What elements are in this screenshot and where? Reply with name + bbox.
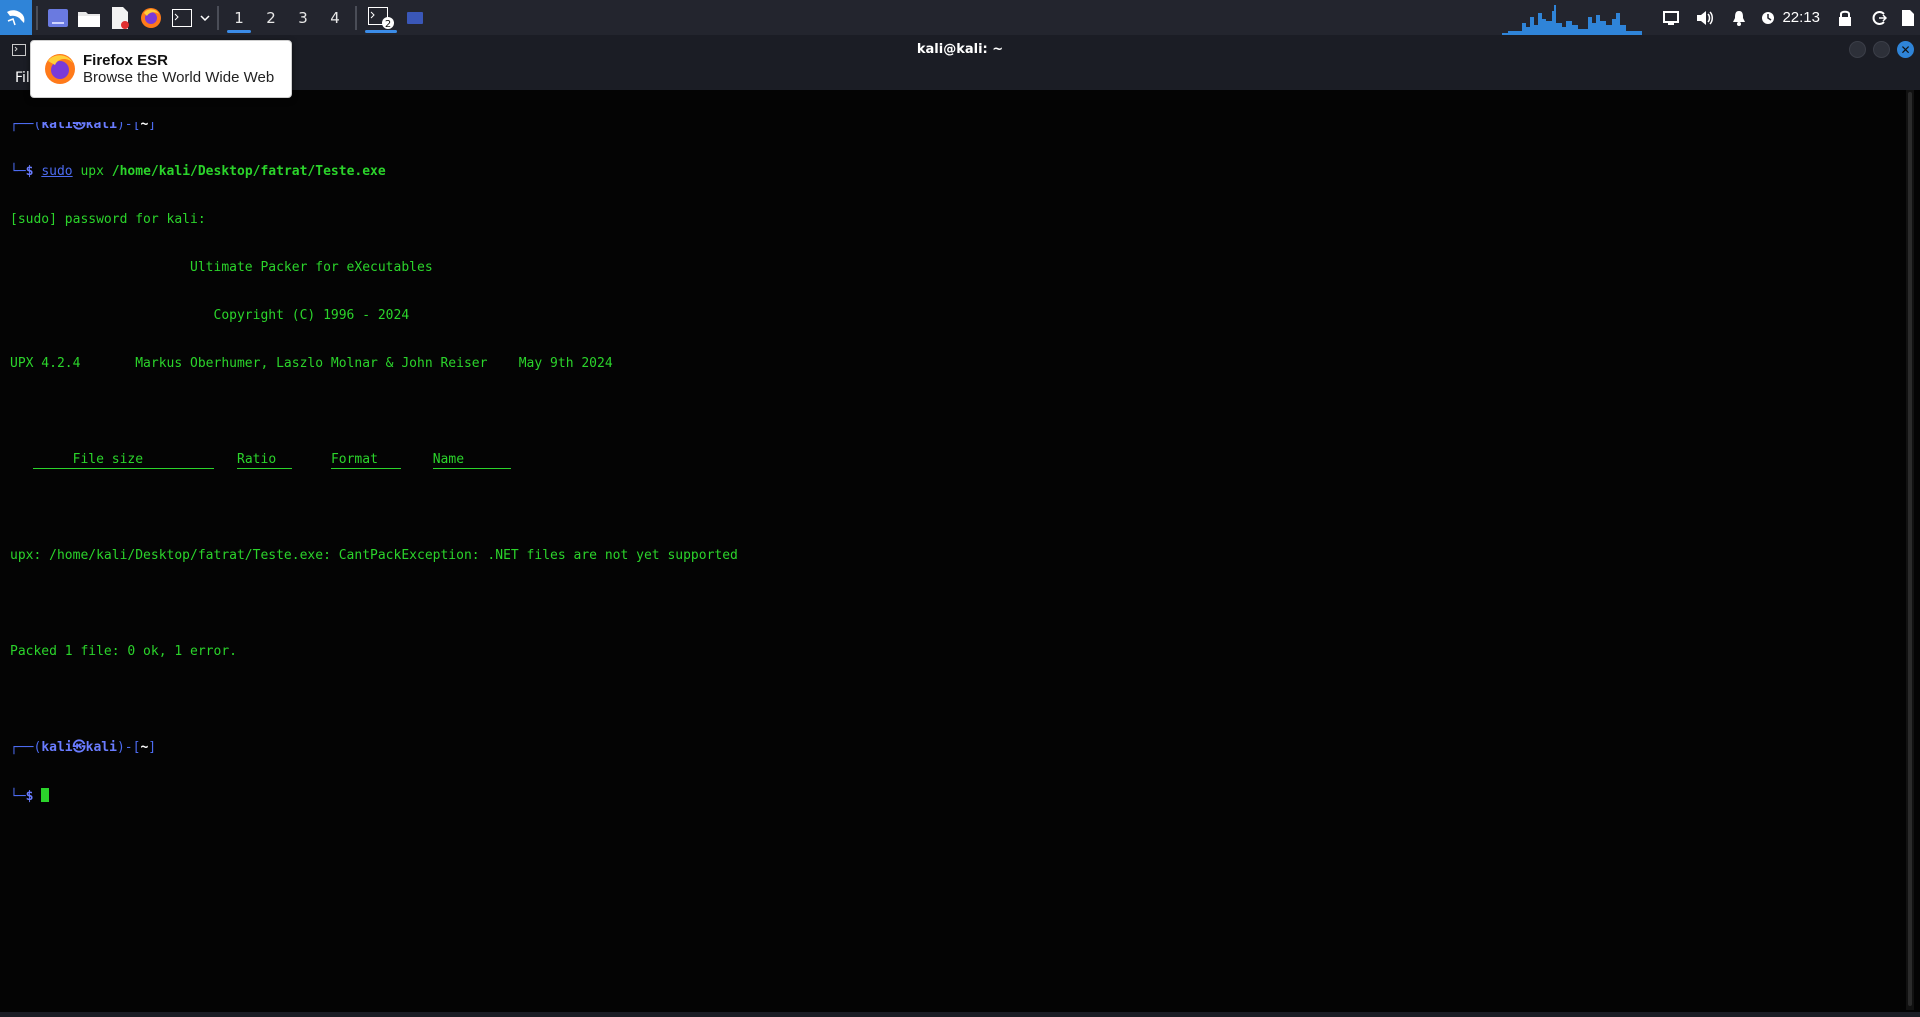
firefox-icon[interactable] xyxy=(135,0,166,35)
workspace-1[interactable]: 1 xyxy=(223,0,255,35)
prompt-line: ┌──(kali㉿kali)-[~] xyxy=(10,740,157,755)
output-copyright: Copyright (C) 1996 - 2024 xyxy=(10,308,410,323)
output-upx-title: Ultimate Packer for eXecutables xyxy=(10,260,433,275)
cmd-arg: /home/kali/Desktop/fatrat/Teste.exe xyxy=(111,164,386,179)
terminal-scrollbar[interactable] xyxy=(1906,90,1914,1010)
display-icon[interactable] xyxy=(1654,0,1688,35)
output-table-header: File size Ratio Format Name xyxy=(10,452,1900,469)
terminal-launcher-icon[interactable] xyxy=(166,0,197,35)
output-blank xyxy=(10,404,1900,420)
workspace-4[interactable]: 4 xyxy=(319,0,351,35)
document-icon[interactable] xyxy=(1896,0,1920,35)
tooltip-subtitle: Browse the World Wide Web xyxy=(83,69,275,86)
window-bottom-border xyxy=(0,1012,1920,1017)
volume-icon[interactable] xyxy=(1688,0,1722,35)
output-blank xyxy=(10,692,1900,708)
terminal-task-icon: 2 xyxy=(368,6,394,29)
kali-menu-icon[interactable] xyxy=(0,0,32,35)
output-error: upx: /home/kali/Desktop/fatrat/Teste.exe… xyxy=(10,548,738,563)
file-manager-icon[interactable] xyxy=(73,0,104,35)
task-other-window[interactable] xyxy=(401,0,429,35)
workspace-3[interactable]: 3 xyxy=(287,0,319,35)
clock-icon xyxy=(1756,0,1780,35)
output-version: UPX 4.2.4 Markus Oberhumer, Laszlo Molna… xyxy=(10,356,613,371)
terminal-window: kali@kali: ~ ✕ File ┌──(kali㉿kali)-[~] └… xyxy=(0,35,1920,1017)
minimize-button[interactable] xyxy=(1849,41,1866,58)
text-cursor xyxy=(41,788,50,802)
panel-clock[interactable]: 22:13 xyxy=(1780,9,1828,26)
col-file-size: File size xyxy=(72,452,144,467)
output-blank xyxy=(10,596,1900,612)
close-button[interactable]: ✕ xyxy=(1897,41,1914,58)
panel-separator xyxy=(217,5,219,30)
output-summary: Packed 1 file: 0 ok, 1 error. xyxy=(10,644,237,659)
panel-separator xyxy=(36,5,38,30)
col-format: Format xyxy=(330,452,378,467)
task-terminal[interactable]: 2 xyxy=(361,0,401,35)
firefox-icon xyxy=(45,54,75,84)
workspace-2[interactable]: 2 xyxy=(255,0,287,35)
cmd-sudo: sudo xyxy=(41,164,73,179)
output-password: [sudo] password for kali: xyxy=(10,212,206,227)
col-ratio: Ratio xyxy=(237,452,277,467)
logout-icon[interactable] xyxy=(1862,0,1896,35)
command-line: └─$ sudo upx /home/kali/Desktop/fatrat/T… xyxy=(10,164,386,179)
output-blank xyxy=(10,500,1900,516)
terminal-output[interactable]: ┌──(kali㉿kali)-[~] └─$ sudo upx /home/ka… xyxy=(0,90,1900,1012)
col-name: Name xyxy=(432,452,465,467)
prompt-line-partial: ┌──(kali㉿kali)-[~] xyxy=(10,122,157,132)
firefox-tooltip: Firefox ESR Browse the World Wide Web xyxy=(30,40,292,98)
cpu-graph xyxy=(1502,5,1643,35)
show-desktop-icon[interactable] xyxy=(42,0,73,35)
notifications-bell-icon[interactable] xyxy=(1722,0,1756,35)
cmd-upx: upx xyxy=(72,164,112,179)
panel-separator xyxy=(355,5,357,30)
scrollbar-thumb[interactable] xyxy=(1908,92,1912,1006)
lock-screen-icon[interactable] xyxy=(1828,0,1862,35)
maximize-button[interactable] xyxy=(1873,41,1890,58)
text-editor-icon[interactable] xyxy=(104,0,135,35)
top-panel: 1 2 3 4 2 22:13 xyxy=(0,0,1920,35)
task-badge: 2 xyxy=(385,19,391,29)
input-line[interactable]: └─$ xyxy=(10,788,1900,804)
chevron-down-icon[interactable] xyxy=(197,0,213,35)
tooltip-title: Firefox ESR xyxy=(83,52,169,69)
